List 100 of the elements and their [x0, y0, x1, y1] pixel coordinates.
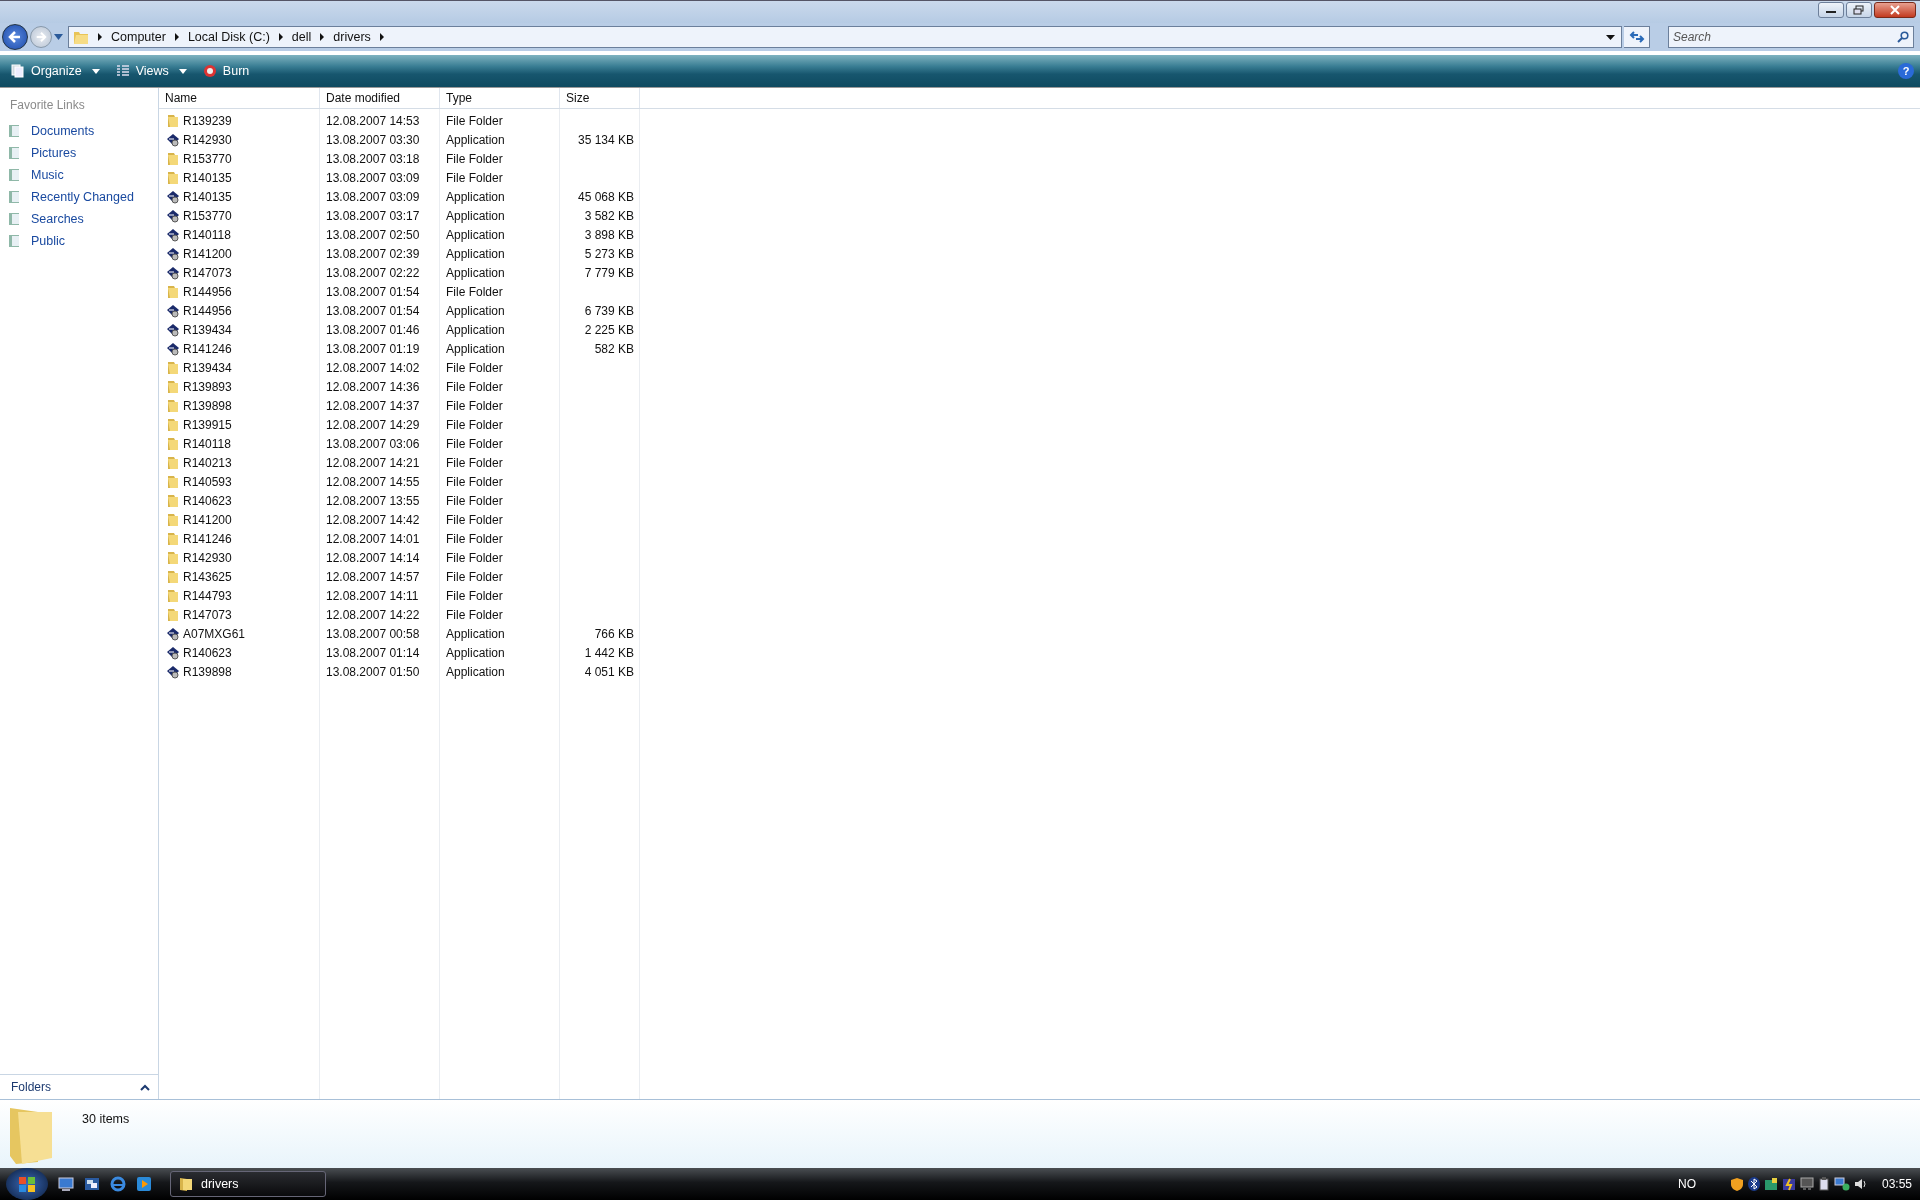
clock[interactable]: 03:55: [1881, 1177, 1912, 1191]
taskbar-window-button[interactable]: drivers: [170, 1171, 326, 1197]
power-icon[interactable]: [1781, 1177, 1796, 1191]
file-name[interactable]: R147073: [159, 607, 320, 622]
breadcrumb[interactable]: Local Disk (C:): [187, 30, 270, 44]
breadcrumb[interactable]: drivers: [333, 30, 371, 44]
bluetooth-icon[interactable]: [1747, 1177, 1760, 1191]
size-cell: 582 KB: [594, 341, 634, 356]
shield-icon[interactable]: [1729, 1177, 1744, 1191]
file-name[interactable]: R140118: [159, 436, 320, 451]
file-name[interactable]: R153770: [159, 151, 320, 166]
file-name[interactable]: A07MXG61: [159, 626, 320, 641]
sidebar-item[interactable]: Music: [0, 164, 158, 186]
sidebar-item[interactable]: Documents: [0, 120, 158, 142]
address-bar[interactable]: Computer Local Disk (C:) dell drivers: [68, 26, 1622, 48]
file-name[interactable]: R139239: [159, 113, 320, 128]
folder-icon: [166, 284, 180, 299]
browser-icon[interactable]: [110, 1176, 126, 1192]
file-name[interactable]: R140135: [159, 170, 320, 185]
file-name[interactable]: R144793: [159, 588, 320, 603]
column-header[interactable]: Type: [440, 88, 560, 108]
size-cell: 5 273 KB: [584, 246, 634, 261]
date-cell-text: 12.08.2007 14:22: [325, 607, 421, 622]
file-name[interactable]: R139898: [159, 664, 320, 679]
toolbar-button[interactable]: Organize: [6, 60, 105, 82]
file-name[interactable]: R141200: [159, 246, 320, 261]
type-cell-text: Application: [445, 664, 506, 679]
type-cell-text: Application: [445, 227, 506, 242]
type-cell-text: File Folder: [445, 398, 504, 413]
type-cell-text: File Folder: [445, 417, 504, 432]
back-button[interactable]: [2, 24, 28, 50]
date-cell-text: 13.08.2007 00:58: [325, 626, 421, 641]
file-name[interactable]: R143625: [159, 569, 320, 584]
file-name[interactable]: R142930: [159, 132, 320, 147]
file-name[interactable]: R139434: [159, 322, 320, 337]
file-name[interactable]: R139893: [159, 379, 320, 394]
column-header[interactable]: Date modified: [320, 88, 440, 108]
file-name[interactable]: R139434: [159, 360, 320, 375]
sidebar-item[interactable]: Pictures: [0, 142, 158, 164]
date-cell-text: 13.08.2007 01:46: [325, 322, 421, 337]
battery-icon[interactable]: [1817, 1177, 1830, 1191]
folder-icon: [166, 151, 180, 166]
breadcrumb[interactable]: dell: [291, 30, 312, 44]
sidebar-item[interactable]: Searches: [0, 208, 158, 230]
sidebar-item[interactable]: Recently Changed: [0, 186, 158, 208]
refresh-button[interactable]: [1624, 26, 1650, 48]
start-button[interactable]: [6, 1168, 48, 1200]
close-button[interactable]: [1874, 2, 1916, 18]
type-cell-text: File Folder: [445, 531, 504, 546]
language-indicator[interactable]: NO: [1677, 1177, 1696, 1191]
forward-arrow-icon: [35, 31, 47, 43]
monitor-icon[interactable]: [1799, 1177, 1814, 1191]
file-name[interactable]: R141246: [159, 531, 320, 546]
file-name[interactable]: R140135: [159, 189, 320, 204]
type-cell-text: Application: [445, 645, 506, 660]
file-name[interactable]: R153770: [159, 208, 320, 223]
help-button[interactable]: ?: [1898, 63, 1914, 79]
file-name[interactable]: R144956: [159, 284, 320, 299]
date-cell-text: 13.08.2007 03:17: [325, 208, 421, 223]
windows-icon[interactable]: [84, 1177, 100, 1191]
date-cell-text: 12.08.2007 14:11: [325, 588, 420, 603]
sidebar-item[interactable]: Public: [0, 230, 158, 252]
chevron-icon: [97, 33, 103, 41]
date-cell-text: 13.08.2007 03:06: [325, 436, 421, 451]
file-name[interactable]: R141200: [159, 512, 320, 527]
volume-icon[interactable]: [1853, 1177, 1868, 1191]
type-cell-text: File Folder: [445, 379, 504, 394]
file-name[interactable]: R142930: [159, 550, 320, 565]
folder-icon: [166, 531, 180, 546]
app-tray-icon[interactable]: [1763, 1177, 1778, 1191]
file-name[interactable]: R147073: [159, 265, 320, 280]
file-name[interactable]: R140118: [159, 227, 320, 242]
toolbar-button[interactable]: Burn: [197, 60, 255, 82]
desktop-icon[interactable]: [58, 1177, 74, 1191]
search-field[interactable]: Search: [1668, 26, 1914, 48]
library-icon: [8, 124, 21, 138]
column-header[interactable]: Size: [560, 88, 640, 108]
type-cell-text: File Folder: [445, 512, 504, 527]
application-icon: [166, 645, 180, 660]
file-name[interactable]: R139898: [159, 398, 320, 413]
file-name[interactable]: R140593: [159, 474, 320, 489]
breadcrumb[interactable]: Computer: [111, 30, 166, 44]
media-player-icon[interactable]: [136, 1176, 152, 1192]
toolbar-button[interactable]: Views: [110, 60, 192, 82]
date-cell-text: 13.08.2007 01:14: [325, 645, 421, 660]
minimize-button[interactable]: [1818, 2, 1844, 18]
file-name[interactable]: R141246: [159, 341, 320, 356]
application-icon: [166, 303, 180, 318]
date-cell-text: 12.08.2007 14:29: [325, 417, 421, 432]
file-name[interactable]: R140213: [159, 455, 320, 470]
restore-button[interactable]: [1846, 2, 1872, 18]
chevron-icon: [378, 33, 385, 41]
date-cell-text: 12.08.2007 14:42: [325, 512, 421, 527]
column-header[interactable]: Name: [159, 88, 320, 108]
file-name[interactable]: R139915: [159, 417, 320, 432]
dropdown-arrow-icon[interactable]: [1606, 34, 1615, 40]
file-name[interactable]: R140623: [159, 645, 320, 660]
file-name[interactable]: R144956: [159, 303, 320, 318]
network-icon[interactable]: [1833, 1177, 1850, 1191]
file-name[interactable]: R140623: [159, 493, 320, 508]
